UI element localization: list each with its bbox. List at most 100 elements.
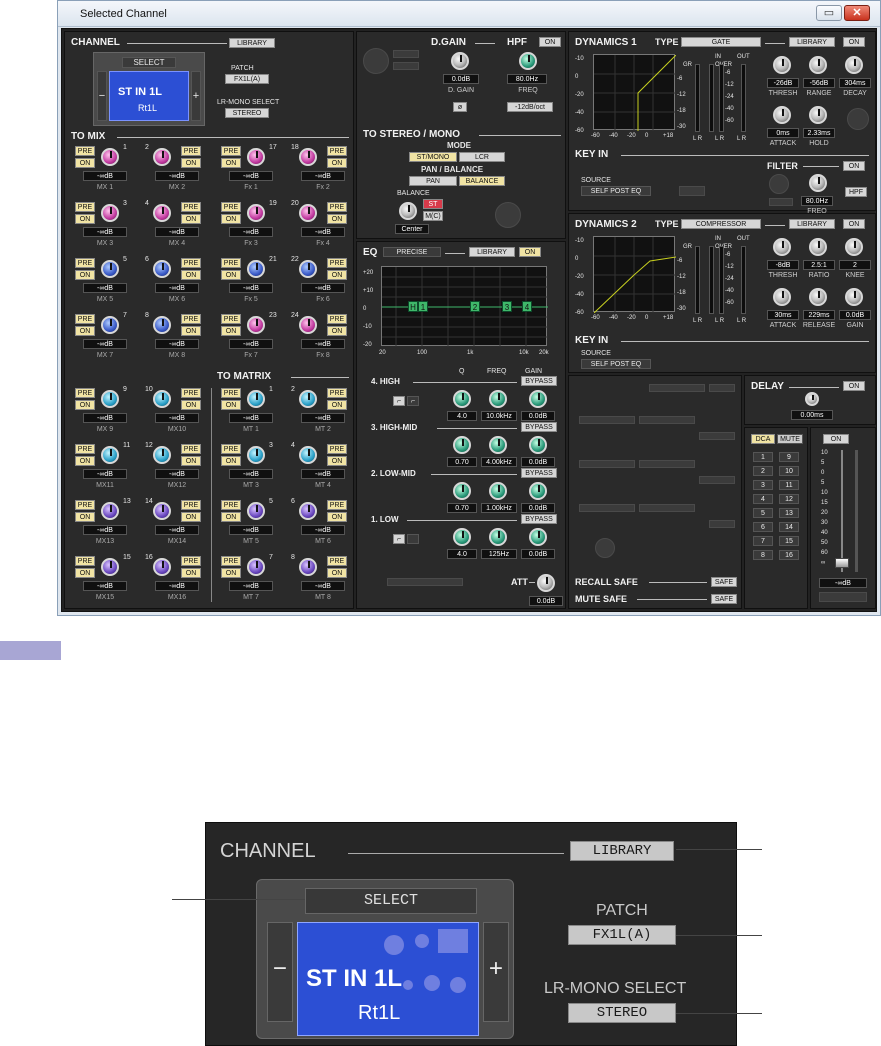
send-on-button[interactable]: ON xyxy=(75,400,95,410)
send-on-button[interactable]: ON xyxy=(75,456,95,466)
send-on-button[interactable]: ON xyxy=(221,400,241,410)
phase-button[interactable]: ø xyxy=(453,102,467,112)
send-level-knob[interactable] xyxy=(153,148,171,166)
send-level-knob[interactable] xyxy=(247,502,265,520)
minimize-button[interactable]: ▭ xyxy=(816,5,842,21)
eq-bypass-button[interactable]: BYPASS xyxy=(521,422,557,432)
send-pre-button[interactable]: PRE xyxy=(221,314,241,324)
eq-q-knob[interactable] xyxy=(453,482,471,500)
dca-group-button[interactable]: 7 xyxy=(753,536,773,546)
to-mono-button[interactable]: M(C) xyxy=(423,211,443,221)
send-level-knob[interactable] xyxy=(101,390,119,408)
lcr-button[interactable]: LCR xyxy=(459,152,505,162)
dyn2-source-button[interactable]: SELF POST EQ xyxy=(581,359,651,369)
send-on-button[interactable]: ON xyxy=(181,456,201,466)
dgain-knob[interactable] xyxy=(451,52,469,70)
send-pre-button[interactable]: PRE xyxy=(75,556,95,566)
fader-handle[interactable] xyxy=(835,558,849,568)
send-on-button[interactable]: ON xyxy=(75,270,95,280)
filter-freq-knob[interactable] xyxy=(809,174,827,192)
dca-group-button[interactable]: 6 xyxy=(753,522,773,532)
channel-prev-button[interactable]: − xyxy=(97,71,107,121)
delay-knob[interactable] xyxy=(805,392,819,406)
send-level-knob[interactable] xyxy=(299,260,317,278)
fader-on-button[interactable]: ON xyxy=(823,434,849,444)
send-pre-button[interactable]: PRE xyxy=(327,314,347,324)
balance-knob[interactable] xyxy=(399,202,417,220)
send-level-knob[interactable] xyxy=(153,316,171,334)
send-level-knob[interactable] xyxy=(299,316,317,334)
send-level-knob[interactable] xyxy=(101,204,119,222)
hpf-freq-knob[interactable] xyxy=(519,52,537,70)
send-pre-button[interactable]: PRE xyxy=(221,258,241,268)
balance-button[interactable]: BALANCE xyxy=(459,176,505,186)
zoom-prev-button[interactable]: − xyxy=(267,922,293,1022)
send-level-knob[interactable] xyxy=(101,502,119,520)
send-on-button[interactable]: ON xyxy=(75,158,95,168)
patch-button[interactable]: FX1L(A) xyxy=(225,74,269,84)
send-level-knob[interactable] xyxy=(247,390,265,408)
dyn-knob[interactable] xyxy=(773,238,791,256)
send-level-knob[interactable] xyxy=(299,502,317,520)
send-level-knob[interactable] xyxy=(247,204,265,222)
dyn1-source-button[interactable]: SELF POST EQ xyxy=(581,186,651,196)
eq-band-marker[interactable]: 1 xyxy=(418,301,428,312)
send-pre-button[interactable]: PRE xyxy=(181,444,201,454)
dyn2-type-button[interactable]: COMPRESSOR xyxy=(681,219,761,229)
dca-group-button[interactable]: 12 xyxy=(779,494,799,504)
eq-gain-knob[interactable] xyxy=(529,436,547,454)
eq-q-knob[interactable] xyxy=(453,390,471,408)
send-level-knob[interactable] xyxy=(101,446,119,464)
eq-freq-knob[interactable] xyxy=(489,528,507,546)
dyn2-library-button[interactable]: LIBRARY xyxy=(789,219,835,229)
send-pre-button[interactable]: PRE xyxy=(221,146,241,156)
send-on-button[interactable]: ON xyxy=(75,512,95,522)
dyn-knob[interactable] xyxy=(773,288,791,306)
send-level-knob[interactable] xyxy=(247,316,265,334)
send-pre-button[interactable]: PRE xyxy=(327,500,347,510)
dyn-knob[interactable] xyxy=(845,288,863,306)
dca-group-button[interactable]: 4 xyxy=(753,494,773,504)
eq-gain-knob[interactable] xyxy=(529,528,547,546)
send-level-knob[interactable] xyxy=(247,260,265,278)
dyn-knob[interactable] xyxy=(809,106,827,124)
send-level-knob[interactable] xyxy=(299,204,317,222)
eq-band-marker[interactable]: 3 xyxy=(502,301,512,312)
send-pre-button[interactable]: PRE xyxy=(75,202,95,212)
send-level-knob[interactable] xyxy=(247,446,265,464)
dca-group-button[interactable]: 8 xyxy=(753,550,773,560)
send-on-button[interactable]: ON xyxy=(327,326,347,336)
send-on-button[interactable]: ON xyxy=(221,158,241,168)
dyn1-on-button[interactable]: ON xyxy=(843,37,865,47)
st-mono-button[interactable]: ST/MONO xyxy=(409,152,457,162)
send-on-button[interactable]: ON xyxy=(181,512,201,522)
to-stereo-button[interactable]: ST xyxy=(423,199,443,209)
eq-freq-knob[interactable] xyxy=(489,390,507,408)
send-on-button[interactable]: ON xyxy=(327,568,347,578)
send-pre-button[interactable]: PRE xyxy=(75,146,95,156)
channel-library-button[interactable]: LIBRARY xyxy=(229,38,275,48)
send-on-button[interactable]: ON xyxy=(181,400,201,410)
send-on-button[interactable]: ON xyxy=(181,270,201,280)
send-level-knob[interactable] xyxy=(101,148,119,166)
send-pre-button[interactable]: PRE xyxy=(75,500,95,510)
send-pre-button[interactable]: PRE xyxy=(327,202,347,212)
dca-group-button[interactable]: 10 xyxy=(779,466,799,476)
send-level-knob[interactable] xyxy=(101,260,119,278)
send-pre-button[interactable]: PRE xyxy=(327,146,347,156)
send-level-knob[interactable] xyxy=(247,148,265,166)
dyn-knob[interactable] xyxy=(809,56,827,74)
hpf-on-button[interactable]: ON xyxy=(539,37,561,47)
att-knob[interactable] xyxy=(537,574,555,592)
eq-bypass-button[interactable]: BYPASS xyxy=(521,468,557,478)
eq-q-knob[interactable] xyxy=(453,436,471,454)
dca-group-button[interactable]: 9 xyxy=(779,452,799,462)
zoom-lr-mono-button[interactable]: STEREO xyxy=(568,1003,676,1023)
send-pre-button[interactable]: PRE xyxy=(75,314,95,324)
send-on-button[interactable]: ON xyxy=(75,568,95,578)
close-button[interactable]: ✕ xyxy=(844,5,870,21)
send-pre-button[interactable]: PRE xyxy=(181,556,201,566)
send-pre-button[interactable]: PRE xyxy=(181,146,201,156)
zoom-select-button[interactable]: SELECT xyxy=(305,888,477,914)
eq-low-hpf-button[interactable] xyxy=(407,534,419,544)
